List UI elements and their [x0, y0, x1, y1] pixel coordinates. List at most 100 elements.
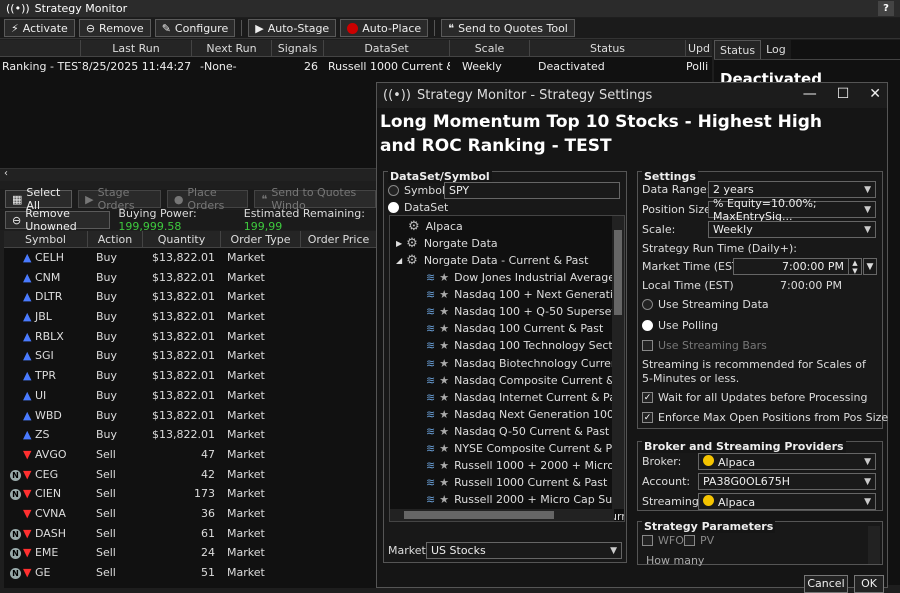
tree-item-alpaca[interactable]: ⚙ Alpaca — [408, 218, 463, 235]
pv-check[interactable] — [684, 535, 695, 546]
pv-checkbox[interactable]: PV — [684, 534, 714, 547]
remove-button[interactable]: ⊖ Remove — [78, 19, 151, 37]
position-size-select[interactable]: % Equity=10.00%; MaxEntrySig... ▼ — [708, 197, 876, 223]
tab-log[interactable]: Log — [761, 40, 791, 59]
strategy-row[interactable]: Ranking - TEST 8/25/2025 11:44:27 -None-… — [0, 57, 712, 76]
time-spinner[interactable]: ▲ ▼ — [848, 258, 862, 275]
symbol-radio-button[interactable] — [388, 185, 399, 196]
streaming-bars-check[interactable] — [642, 340, 653, 351]
star-icon[interactable]: ★ — [439, 493, 449, 506]
column-header-signals[interactable]: Signals — [272, 40, 324, 56]
symbol-radio[interactable]: Symbol — [388, 184, 445, 197]
column-header-scale[interactable]: Scale — [450, 40, 530, 56]
chevron-right-icon[interactable]: ▶ — [396, 239, 402, 248]
tree-item-dataset[interactable]: ≋ ★ Nasdaq 100 Technology Sector — [426, 337, 624, 354]
account-select[interactable]: PA38G0OL675H ▼ — [698, 473, 876, 490]
broker-select[interactable]: Alpaca ▼ — [698, 453, 876, 470]
star-icon[interactable]: ★ — [439, 322, 449, 335]
ok-button[interactable]: OK — [854, 575, 884, 593]
star-icon[interactable]: ★ — [439, 408, 449, 421]
tree-item-dataset[interactable]: ≋ ★ Nasdaq Q-50 Current & Past — [426, 423, 609, 440]
tree-vscrollbar[interactable] — [612, 216, 624, 509]
star-icon[interactable]: ★ — [439, 459, 449, 472]
chevron-down-icon[interactable]: ◢ — [396, 256, 402, 265]
order-row[interactable]: N ▼ DASH Sell 61 Market — [4, 524, 376, 544]
tree-item-dataset[interactable]: ≋ ★ Nasdaq 100 + Q-50 Superset Cu — [426, 303, 624, 320]
help-button[interactable]: ? — [878, 1, 894, 16]
use-streaming-radio[interactable]: Use Streaming Data — [642, 298, 769, 311]
enforce-max-checkbox[interactable]: ✓ Enforce Max Open Positions from Pos Siz… — [642, 411, 888, 424]
dataset-radio[interactable]: DataSet — [388, 201, 448, 214]
order-row[interactable]: ▲ JBL Buy $13,822.01 Market — [4, 307, 376, 327]
order-row[interactable]: ▲ SGI Buy $13,822.01 Market — [4, 346, 376, 366]
tree-item-dataset[interactable]: ≋ ★ Nasdaq Internet Current & Past — [426, 389, 624, 406]
check-icon[interactable]: ✓ — [642, 412, 653, 423]
column-header-quantity[interactable]: Quantity — [143, 231, 221, 247]
use-polling-radio[interactable]: Use Polling — [642, 319, 718, 332]
column-header-last-run[interactable]: Last Run — [81, 40, 192, 56]
tree-item-dataset[interactable]: ≋ ★ Russell 1000 + 2000 + Micro Ca — [426, 457, 624, 474]
order-row[interactable]: ▲ UI Buy $13,822.01 Market — [4, 386, 376, 406]
scale-select[interactable]: Weekly ▼ — [708, 221, 876, 238]
column-header-next-run[interactable]: Next Run — [192, 40, 272, 56]
use-streaming-bars-checkbox[interactable]: Use Streaming Bars — [642, 339, 767, 352]
order-row[interactable]: N ▼ GE Sell 51 Market — [4, 563, 376, 583]
tree-item-dataset[interactable]: ≋ ★ Nasdaq Biotechnology Current & — [426, 355, 624, 372]
use-polling-radio-button[interactable] — [642, 320, 653, 331]
market-select[interactable]: US Stocks ▼ — [426, 542, 622, 559]
dataset-tree[interactable]: ⚙ Alpaca ▶ ⚙ Norgate Data ◢ ⚙ Norgate Data - … — [389, 215, 625, 522]
order-row[interactable]: ▲ RBLX Buy $13,822.01 Market — [4, 327, 376, 347]
dataset-radio-button[interactable] — [388, 202, 399, 213]
star-icon[interactable]: ★ — [439, 425, 449, 438]
send-to-quotes-window-button[interactable]: ❝ Send to Quotes Windo — [254, 186, 376, 212]
tree-item-dataset[interactable]: ≋ ★ Russell 1000 Current & Past — [426, 474, 607, 491]
column-header-name[interactable] — [0, 40, 81, 56]
minimize-icon[interactable]: — — [803, 86, 817, 102]
star-icon[interactable]: ★ — [439, 391, 449, 404]
configure-button[interactable]: ✎ Configure — [154, 19, 236, 37]
column-header-symbol[interactable]: Symbol — [4, 231, 88, 247]
star-icon[interactable]: ★ — [439, 357, 449, 370]
tree-item-dataset[interactable]: ≋ ★ Dow Jones Industrial Average C — [426, 269, 624, 286]
close-icon[interactable]: ✕ — [869, 86, 881, 102]
stage-orders-button[interactable]: ▶ Stage Orders — [78, 186, 161, 212]
order-row[interactable]: N ▼ CEG Sell 42 Market — [4, 465, 376, 485]
column-header-upd[interactable]: Upd — [686, 40, 712, 56]
tree-item-dataset[interactable]: ≋ ★ Nasdaq Next Generation 100 Cu — [426, 406, 624, 423]
select-all-button[interactable]: ▦ Select All — [5, 186, 73, 212]
activate-button[interactable]: ⚡ Activate — [4, 19, 75, 37]
column-header-order-price[interactable]: Order Price — [301, 231, 376, 247]
wfo-checkbox[interactable]: WFO — [642, 534, 684, 547]
tab-status[interactable]: Status — [714, 40, 762, 59]
star-icon[interactable]: ★ — [439, 305, 449, 318]
star-icon[interactable]: ★ — [439, 288, 449, 301]
cancel-button[interactable]: Cancel — [804, 575, 848, 593]
use-streaming-radio-button[interactable] — [642, 299, 653, 310]
tree-hscrollbar[interactable] — [390, 509, 614, 521]
order-row[interactable]: ▲ WBD Buy $13,822.01 Market — [4, 406, 376, 426]
params-vscrollbar[interactable] — [868, 526, 880, 564]
check-icon[interactable]: ✓ — [642, 392, 653, 403]
column-header-order-type[interactable]: Order Type — [221, 231, 301, 247]
star-icon[interactable]: ★ — [439, 442, 449, 455]
order-row[interactable]: ▼ AVGO Sell 47 Market — [4, 445, 376, 465]
market-time-input[interactable]: 7:00:00 PM — [733, 258, 849, 275]
star-icon[interactable]: ★ — [439, 339, 449, 352]
tree-item-dataset[interactable]: ≋ ★ Nasdaq 100 + Next Generation — [426, 286, 624, 303]
place-orders-button[interactable]: ● Place Orders — [166, 186, 249, 212]
order-row[interactable]: ▲ TPR Buy $13,822.01 Market — [4, 366, 376, 386]
data-range-select[interactable]: 2 years ▼ — [708, 181, 876, 198]
maximize-icon[interactable]: ☐ — [837, 86, 850, 102]
order-row[interactable]: ▲ CELH Buy $13,822.01 Market — [4, 248, 376, 268]
wfo-check[interactable] — [642, 535, 653, 546]
streaming-select[interactable]: Alpaca ▼ — [698, 493, 876, 510]
tree-item-dataset[interactable]: ≋ ★ NYSE Composite Current & Past — [426, 440, 624, 457]
order-row[interactable]: N ▼ CIEN Sell 173 Market — [4, 484, 376, 504]
time-dropdown-icon[interactable]: ▼ — [863, 258, 877, 275]
send-to-quotes-button[interactable]: ❝ Send to Quotes Tool — [441, 19, 575, 37]
order-row[interactable]: ▲ CNM Buy $13,822.01 Market — [4, 268, 376, 288]
symbol-input[interactable]: SPY — [444, 182, 620, 199]
star-icon[interactable]: ★ — [439, 476, 449, 489]
tree-scroll-thumb[interactable] — [614, 230, 622, 315]
star-icon[interactable]: ★ — [439, 374, 449, 387]
